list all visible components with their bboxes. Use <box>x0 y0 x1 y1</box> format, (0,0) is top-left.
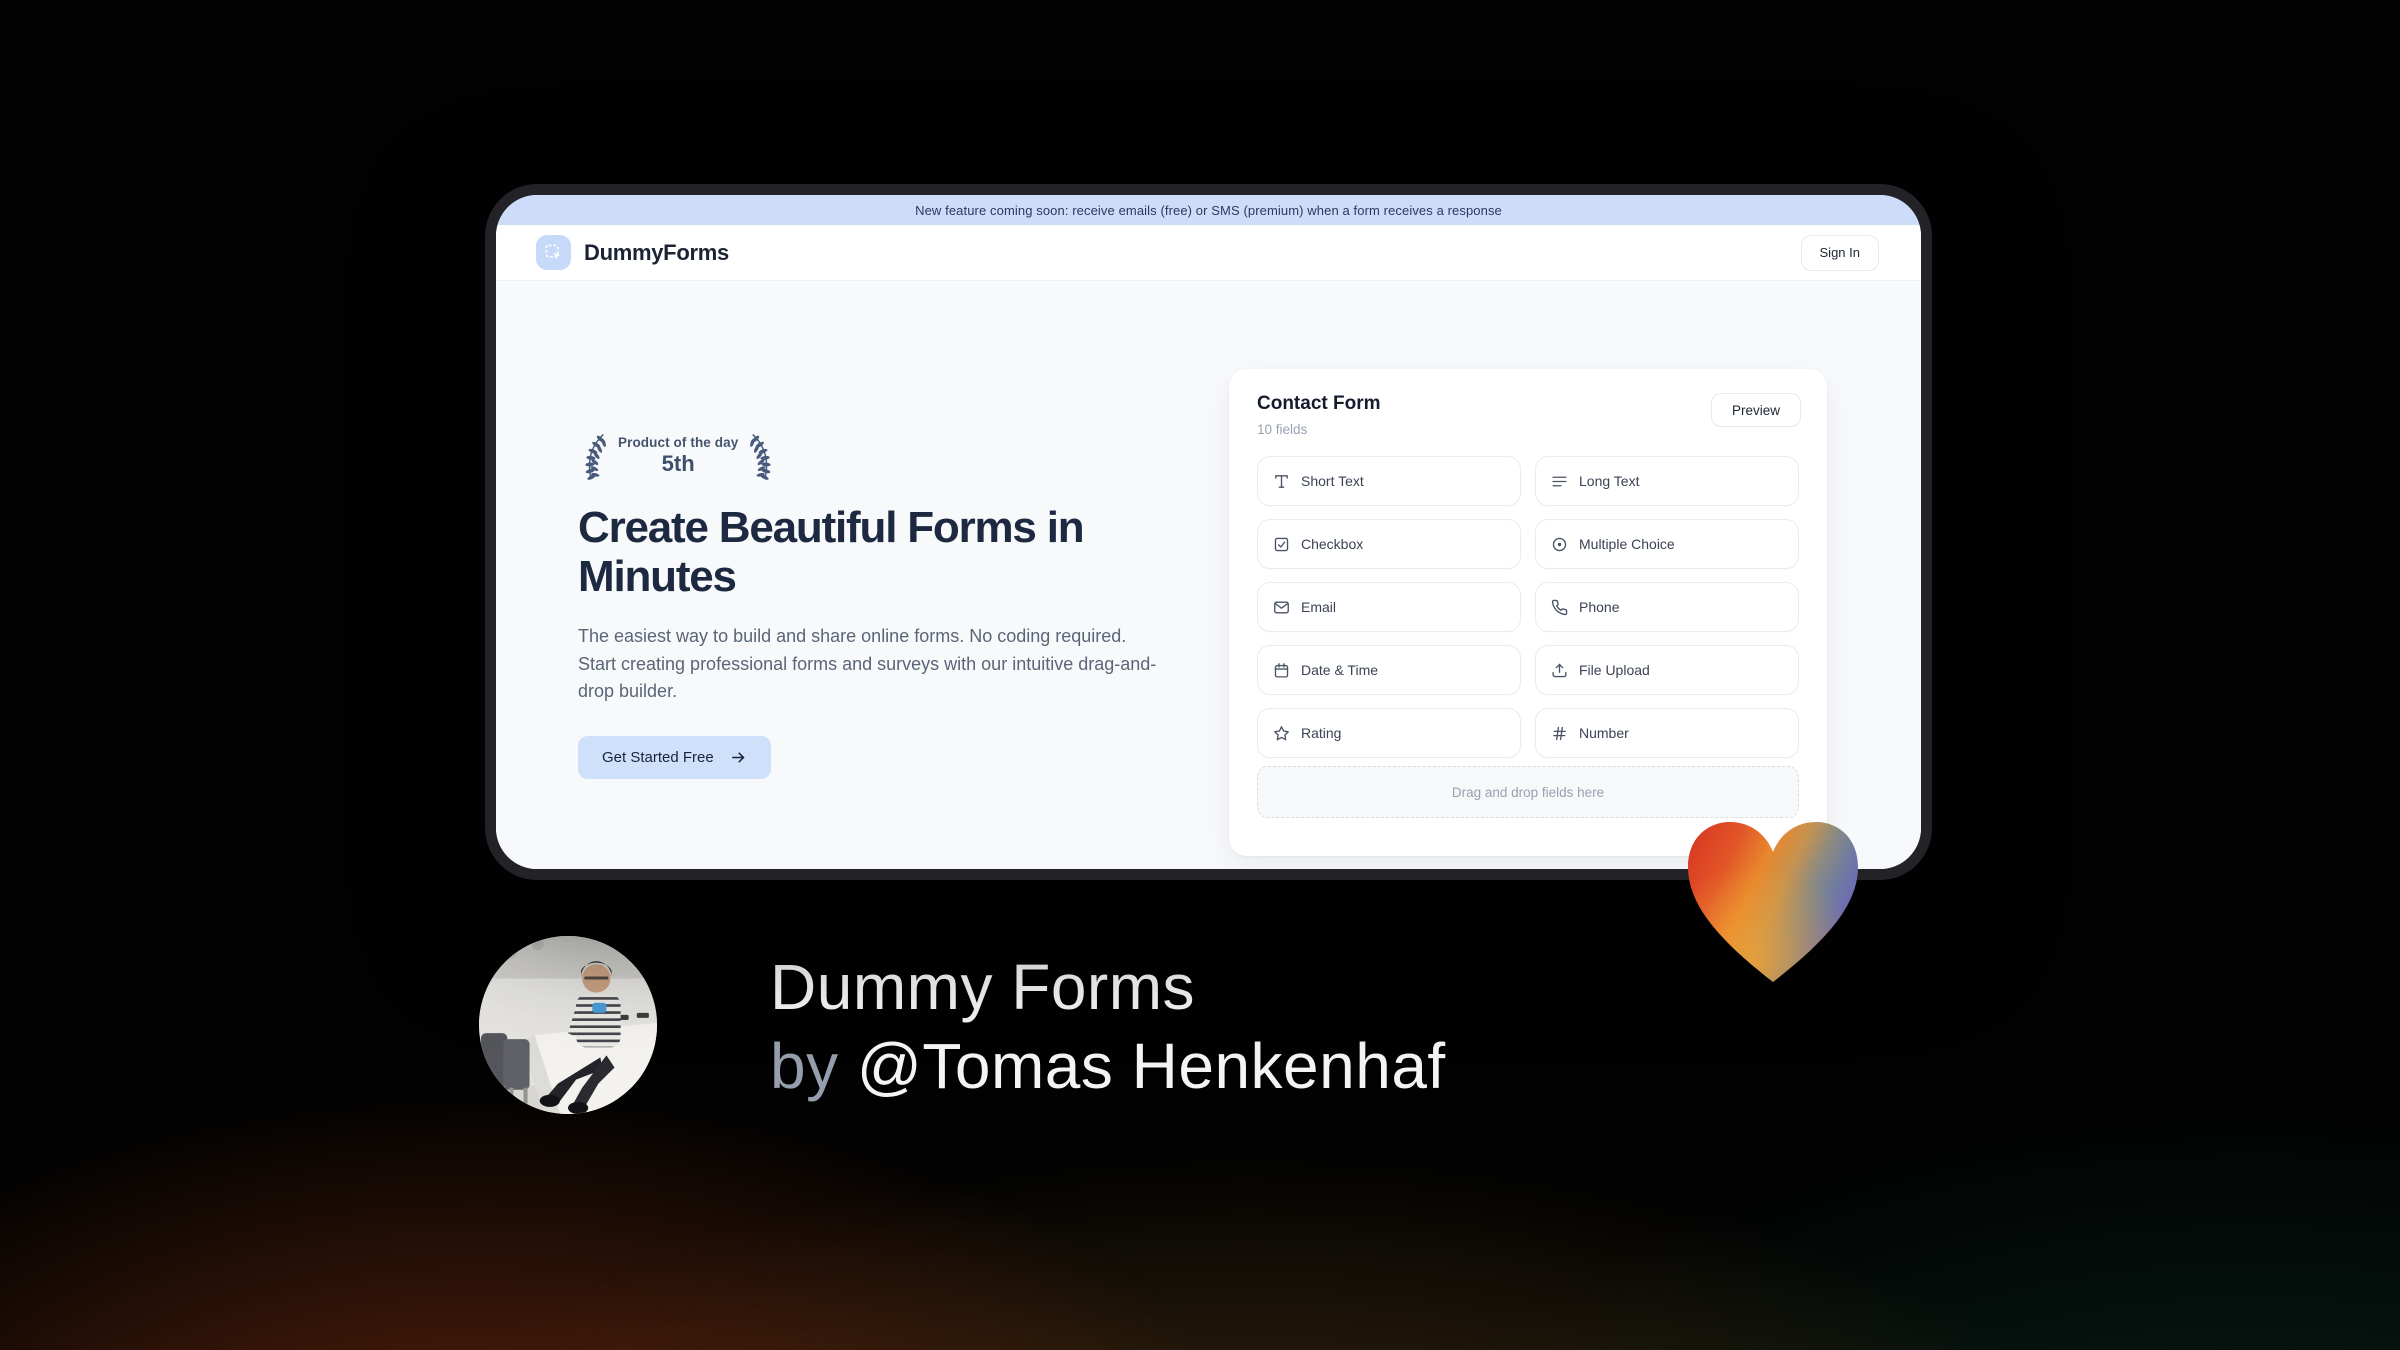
hero-section: Product of the day 5th Create Beautiful … <box>496 281 1921 869</box>
logo-icon <box>536 235 571 270</box>
hero-description: The easiest way to build and share onlin… <box>578 626 1157 701</box>
dropzone[interactable]: Drag and drop fields here <box>1257 766 1799 818</box>
field-label: Multiple Choice <box>1579 536 1675 552</box>
upload-icon <box>1552 663 1567 677</box>
field-label: Email <box>1301 599 1337 615</box>
dropzone-text: Drag and drop fields here <box>1451 784 1605 800</box>
cursor-select-icon <box>545 244 561 260</box>
field-email[interactable]: Email <box>1257 582 1521 632</box>
hero-heading: Create Beautiful Forms in Minutes <box>578 503 1085 601</box>
field-label: Checkbox <box>1301 536 1364 552</box>
presentation-canvas: New feature coming soon: receive emails … <box>0 0 2400 1350</box>
hash-icon <box>1553 726 1566 740</box>
site-header: DummyForms Sign In <box>496 225 1921 281</box>
field-number[interactable]: Number <box>1535 708 1799 758</box>
multiple-choice-icon <box>1552 537 1567 551</box>
calendar-icon <box>1274 662 1289 678</box>
field-label: Long Text <box>1579 473 1640 489</box>
product-of-day-badge: Product of the day 5th <box>578 431 778 481</box>
caption-title: Dummy Forms <box>770 951 1196 1023</box>
long-text-icon <box>1552 476 1567 486</box>
field-short-text[interactable]: Short Text <box>1257 456 1521 506</box>
caption: Dummy Forms by @Tomas Henkenhaf <box>770 948 1446 1106</box>
get-started-button[interactable]: Get Started Free <box>578 736 771 779</box>
creator-avatar <box>479 936 657 1114</box>
field-long-text[interactable]: Long Text <box>1535 456 1799 506</box>
avatar-photo-illustration <box>479 936 657 1114</box>
award-title: Product of the day <box>618 435 739 450</box>
field-rating[interactable]: Rating <box>1257 708 1521 758</box>
field-label: File Upload <box>1579 662 1650 678</box>
award-rank: 5th <box>661 451 695 476</box>
caption-byline: by @Tomas Henkenhaf <box>770 1027 1446 1106</box>
short-text-icon <box>1275 474 1288 488</box>
checkbox-icon <box>1274 537 1289 551</box>
phone-icon <box>1551 599 1568 615</box>
field-label: Short Text <box>1301 473 1364 489</box>
laurel-left-icon <box>585 433 606 480</box>
field-checkbox[interactable]: Checkbox <box>1257 519 1521 569</box>
get-started-label: Get Started Free <box>602 749 714 766</box>
field-date-time[interactable]: Date & Time <box>1257 645 1521 695</box>
field-label: Number <box>1579 725 1629 741</box>
brand: DummyForms <box>536 235 729 270</box>
announcement-banner: New feature coming soon: receive emails … <box>496 195 1921 225</box>
brand-name: DummyForms <box>584 239 729 265</box>
email-icon <box>1274 601 1289 613</box>
field-type-grid: Short Text Long Text Checkbox Multiple C… <box>1257 456 1799 758</box>
announcement-text: New feature coming soon: receive emails … <box>915 202 1502 218</box>
field-label: Date & Time <box>1301 662 1379 678</box>
preview-button[interactable]: Preview <box>1710 393 1801 427</box>
star-icon <box>1274 725 1289 740</box>
field-multiple-choice[interactable]: Multiple Choice <box>1535 519 1799 569</box>
app-window: New feature coming soon: receive emails … <box>485 184 1932 880</box>
laurel-right-icon <box>750 433 771 480</box>
field-label: Rating <box>1301 725 1342 741</box>
form-builder-card: Contact Form 10 fields Preview Short Tex… <box>1229 369 1827 856</box>
field-file-upload[interactable]: File Upload <box>1535 645 1799 695</box>
field-phone[interactable]: Phone <box>1535 582 1799 632</box>
caption-byline-name: @Tomas Henkenhaf <box>856 1030 1446 1102</box>
field-label: Phone <box>1579 599 1620 615</box>
gradient-heart-icon <box>1688 822 1858 982</box>
sign-in-button[interactable]: Sign In <box>1800 234 1879 271</box>
caption-byline-prefix: by <box>770 1030 857 1102</box>
arrow-right-icon <box>731 752 744 763</box>
